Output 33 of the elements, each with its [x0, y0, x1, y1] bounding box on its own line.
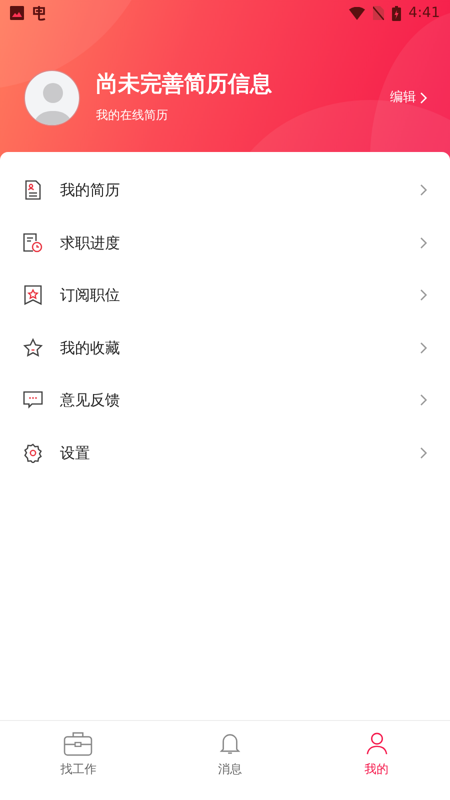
profile-title: 尚未完善简历信息 [96, 72, 273, 98]
menu-item[interactable]: 我的收藏 [0, 322, 450, 374]
bell-icon [217, 731, 243, 756]
bookmark-star-icon [24, 285, 42, 306]
star-icon [23, 338, 43, 358]
tab[interactable]: 消息 [156, 721, 304, 782]
chevron-right-icon [420, 394, 428, 406]
briefcase-icon [63, 731, 94, 756]
tab[interactable]: 找工作 [0, 721, 157, 782]
app-icon [32, 5, 48, 21]
menu-item[interactable]: 我的简历 [0, 164, 450, 216]
menu-item[interactable]: 意见反馈 [0, 374, 450, 426]
resume-icon [24, 180, 42, 200]
edit-link[interactable]: 编辑 [390, 88, 428, 108]
chevron-right-icon [420, 92, 428, 104]
menu-item[interactable]: 订阅职位 [0, 269, 450, 322]
tab[interactable]: 我的 [303, 721, 450, 782]
battery-icon [392, 6, 401, 20]
profile-subtitle: 我的在线简历 [96, 107, 169, 124]
chevron-right-icon [420, 236, 428, 249]
chevron-right-icon [420, 289, 428, 302]
menu-item[interactable]: 求职进度 [0, 216, 450, 269]
chevron-right-icon [420, 342, 428, 354]
settings-icon [23, 442, 43, 463]
chat-bubble-icon [23, 391, 43, 410]
wifi-icon [348, 6, 365, 20]
image-icon [10, 6, 24, 20]
document-clock-icon [23, 232, 43, 253]
no-sim-icon [372, 6, 384, 20]
chevron-right-icon [420, 184, 428, 196]
chevron-right-icon [420, 446, 428, 459]
menu-item[interactable]: 设置 [0, 426, 450, 479]
status-time: 4:41 [408, 4, 440, 22]
